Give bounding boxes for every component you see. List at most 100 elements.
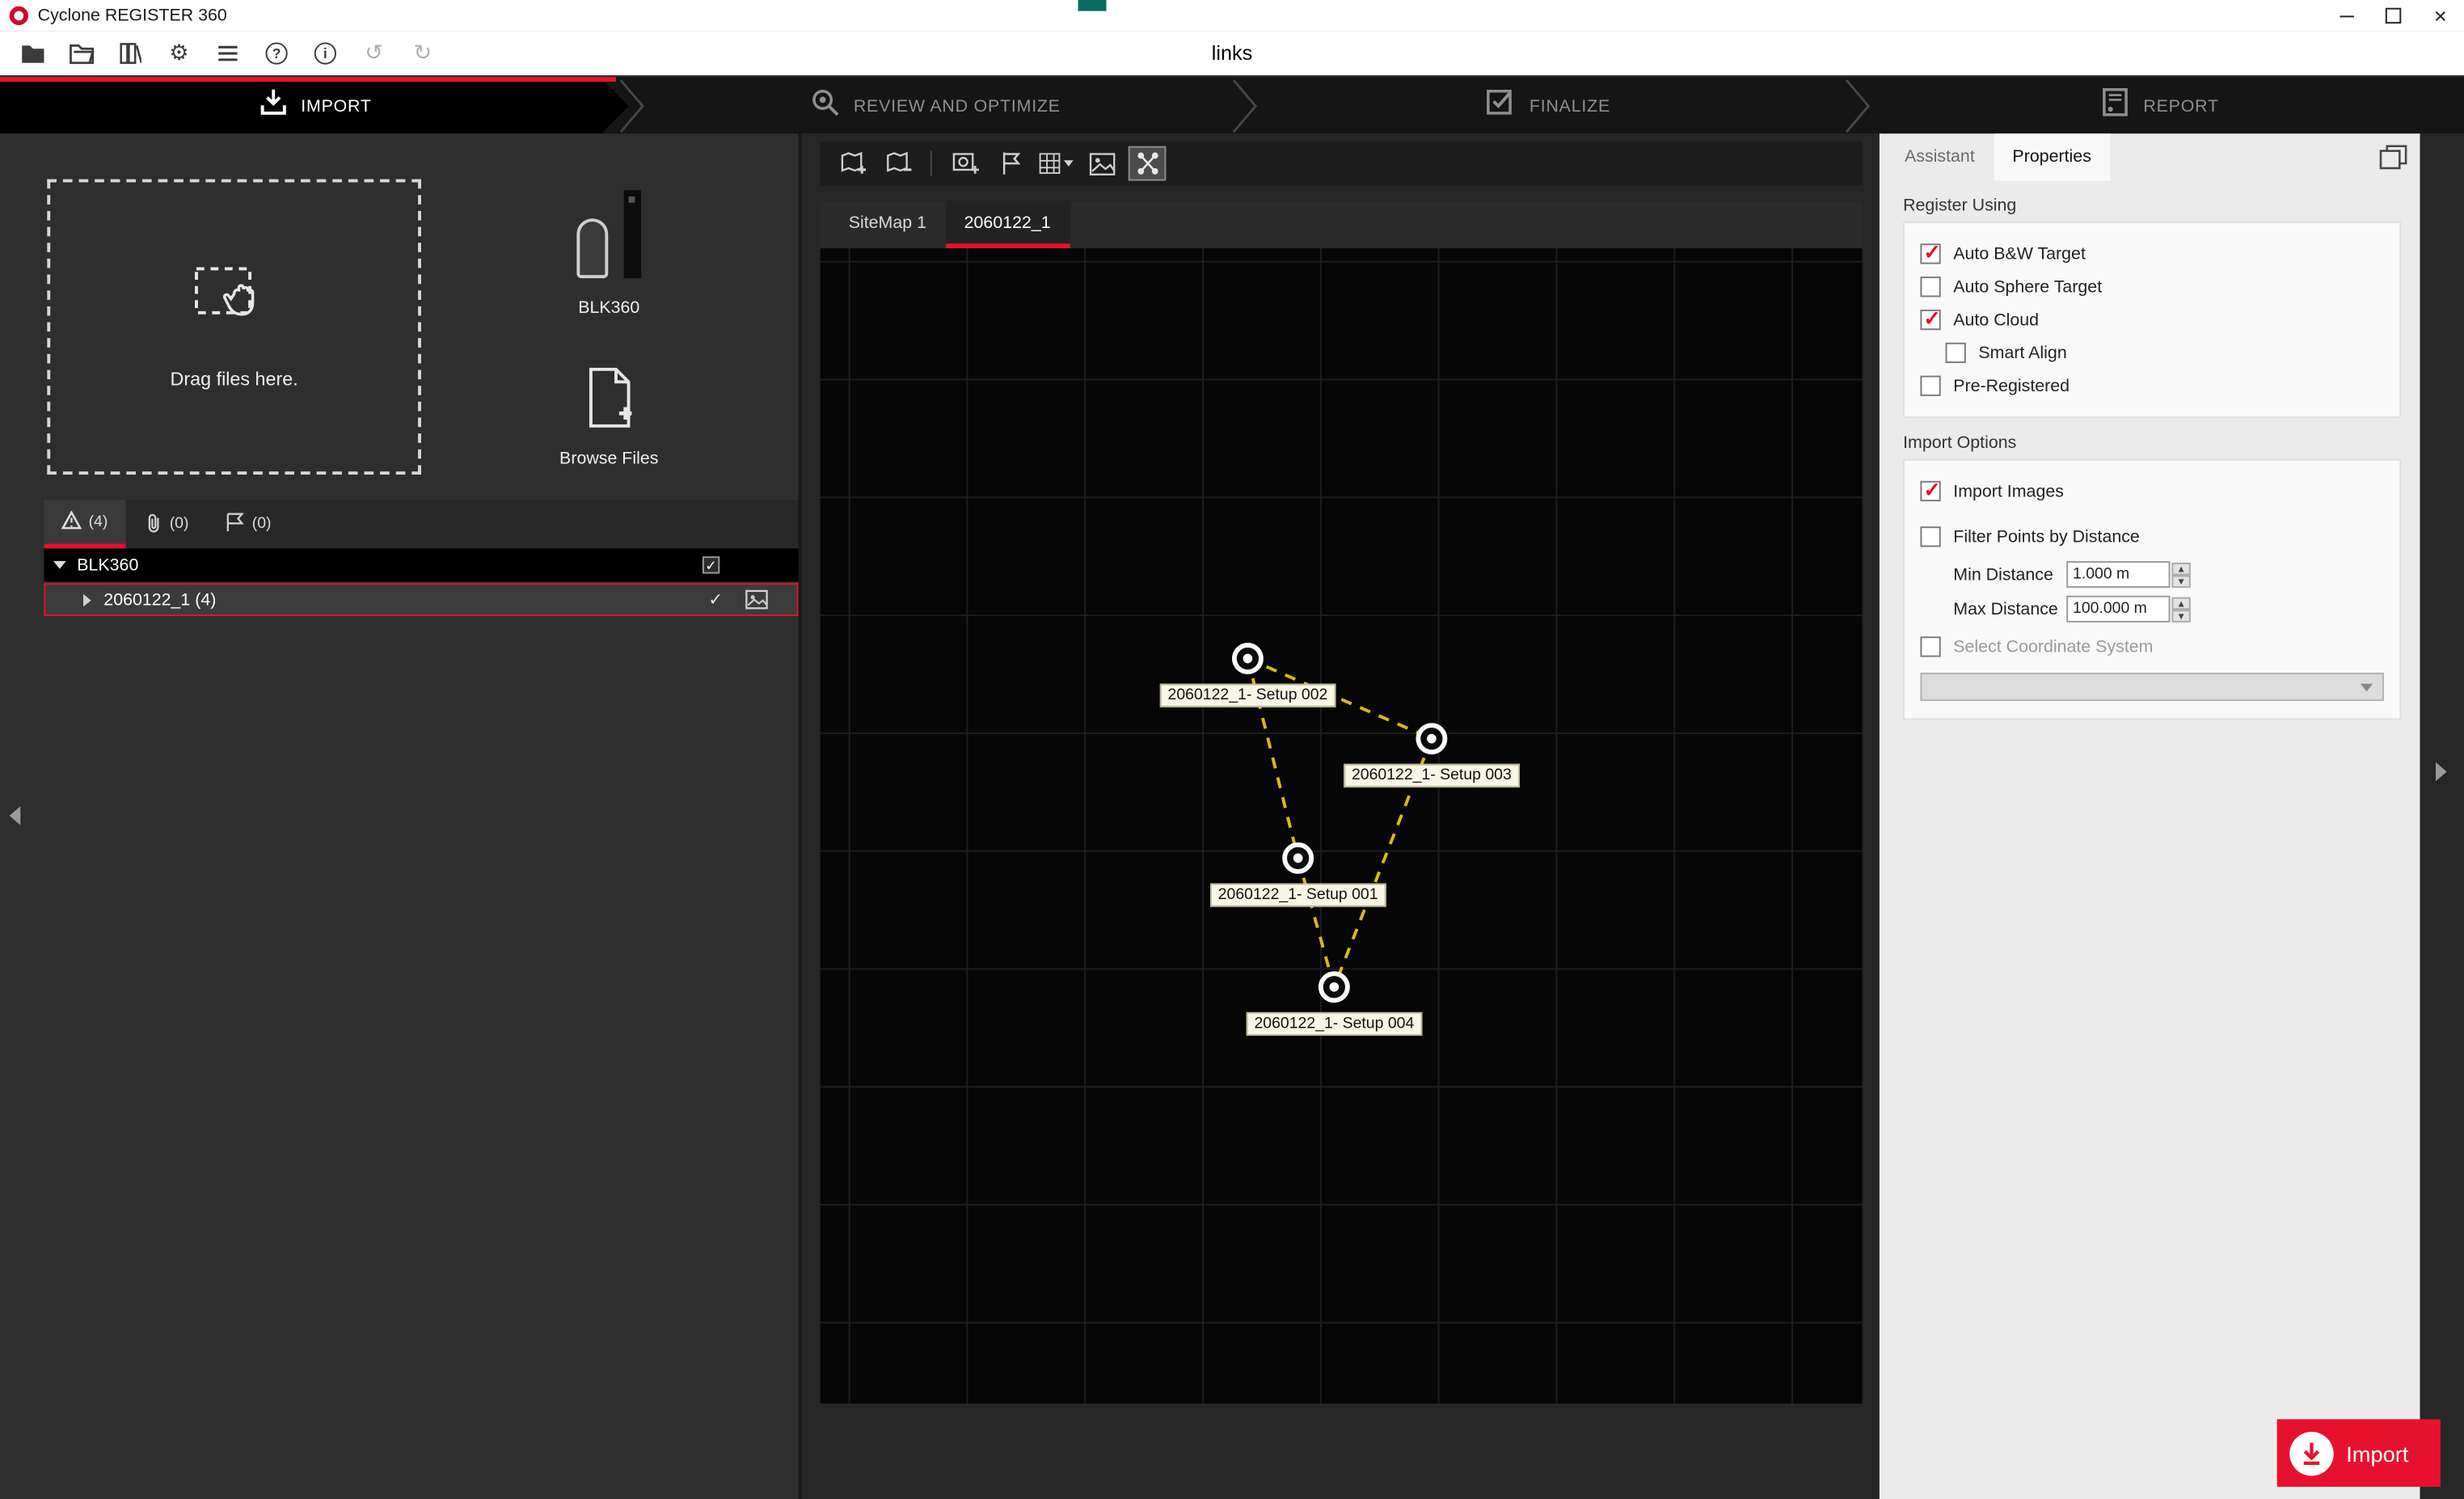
library-icon[interactable] [116, 39, 145, 67]
max-distance-row: Max Distance ▲▼ [1953, 596, 2384, 623]
register-using-title: Register Using [1903, 196, 2420, 215]
stage-import[interactable]: IMPORT [0, 77, 629, 135]
expand-right-panel-arrow[interactable] [2436, 762, 2447, 781]
remove-sitemap-icon[interactable] [879, 146, 917, 181]
right-edge-strip [2420, 133, 2464, 1499]
collapse-left-panel-arrow[interactable] [10, 806, 21, 825]
max-distance-spinner[interactable]: ▲▼ [2171, 597, 2190, 622]
tree-root-row[interactable]: BLK360 ✓ [44, 548, 798, 581]
option-auto-sphere-target[interactable]: Auto Sphere Target [1920, 270, 2383, 303]
image-target-icon[interactable] [946, 146, 984, 181]
setup-node-label: 2060122_1- Setup 004 [1247, 1012, 1422, 1036]
setup-node-label: 2060122_1- Setup 001 [1210, 883, 1386, 906]
option-auto-cloud[interactable]: Auto Cloud [1920, 303, 2383, 336]
min-distance-spinner[interactable]: ▲▼ [2171, 562, 2190, 587]
sitemap-tabs: SiteMap 1 2060122_1 [821, 201, 1863, 248]
undo-icon[interactable]: ↺ [360, 39, 388, 67]
tab-2060122-1[interactable]: 2060122_1 [945, 201, 1070, 248]
browse-files-icon [584, 408, 634, 435]
tab-attachments-count: (0) [170, 516, 189, 533]
grid-view-icon[interactable] [1037, 146, 1075, 181]
help-icon[interactable]: ? [263, 39, 291, 67]
stage-finalize[interactable]: FINALIZE [1242, 77, 1854, 135]
min-distance-input[interactable] [2066, 561, 2170, 588]
grid-view-dropdown-caret[interactable] [1064, 160, 1074, 167]
right-panel-tabs: Assistant Properties [1880, 133, 2420, 180]
info-icon[interactable]: i [311, 39, 340, 67]
titlebar-accent [1078, 0, 1107, 11]
minimize-button[interactable] [2323, 0, 2369, 32]
setup-node[interactable] [1416, 723, 1447, 754]
setup-node[interactable] [1318, 971, 1350, 1003]
stage-review-label: REVIEW AND OPTIMIZE [854, 97, 1061, 116]
toolbar-separator [930, 151, 932, 176]
add-sitemap-icon[interactable] [833, 146, 871, 181]
maximize-button[interactable] [2369, 0, 2416, 32]
settings-gear-icon[interactable]: ⚙ [165, 39, 193, 67]
blk360-device-icon [576, 190, 641, 278]
option-auto-bw-target[interactable]: Auto B&W Target [1920, 238, 2383, 271]
panel-layout-icon[interactable] [2379, 145, 2407, 178]
setup-node[interactable] [1282, 842, 1314, 874]
blk360-device[interactable]: BLK360 [534, 190, 684, 317]
import-button-label: Import [2346, 1441, 2408, 1466]
auto-sphere-target-label: Auto Sphere Target [1953, 277, 2102, 296]
coordinate-system-label: Select Coordinate System [1953, 637, 2153, 656]
auto-cloud-label: Auto Cloud [1953, 310, 2039, 329]
setup-link-line[interactable] [1298, 858, 1335, 986]
tab-sitemap-1[interactable]: SiteMap 1 [829, 201, 945, 248]
tag-flag-icon [226, 513, 246, 536]
report-icon [2099, 87, 2131, 126]
chevron-down-icon[interactable] [53, 561, 66, 569]
image-view-icon[interactable] [1082, 146, 1120, 181]
option-smart-align[interactable]: Smart Align [1946, 336, 2384, 369]
folder-open-icon[interactable] [68, 39, 96, 67]
app-logo-icon [10, 6, 28, 25]
tab-assistant[interactable]: Assistant [1886, 133, 1994, 180]
close-button[interactable] [2417, 0, 2464, 32]
sitemap-toolbar [821, 141, 1863, 185]
smart-align-checkbox[interactable] [1946, 343, 1966, 363]
stage-review-and-optimize[interactable]: REVIEW AND OPTIMIZE [629, 77, 1242, 135]
blk360-device-label: BLK360 [534, 298, 684, 317]
auto-bw-target-checkbox[interactable] [1920, 243, 1940, 264]
tab-tags-count: (0) [252, 516, 272, 533]
chevron-down-icon [2361, 683, 2373, 691]
import-icon [257, 87, 289, 126]
file-dropzone[interactable]: Drag files here. [47, 179, 421, 475]
coordinate-system-dropdown[interactable] [1920, 673, 2383, 701]
tab-warnings[interactable]: (4) [44, 500, 125, 548]
tree-item-label: 2060122_1 (4) [103, 590, 216, 609]
option-filter-points[interactable]: Filter Points by Distance [1920, 520, 2383, 553]
browse-files[interactable]: Browse Files [534, 366, 684, 468]
filter-points-checkbox[interactable] [1920, 526, 1940, 547]
stage-report[interactable]: REPORT [1854, 77, 2464, 135]
folder-icon[interactable] [19, 39, 47, 67]
sitemap-canvas[interactable]: 2060122_1- Setup 0022060122_1- Setup 003… [821, 248, 1863, 1404]
auto-sphere-target-checkbox[interactable] [1920, 277, 1940, 297]
list-icon[interactable] [213, 39, 242, 67]
tree-item-row[interactable]: 2060122_1 (4) ✓ [44, 583, 798, 616]
review-magnifier-icon [809, 87, 841, 126]
setup-node[interactable] [1232, 643, 1264, 674]
image-preview-icon[interactable] [745, 589, 768, 610]
option-select-coordinate-system[interactable]: Select Coordinate System [1920, 631, 2383, 664]
flag-tool-icon[interactable] [992, 146, 1030, 181]
auto-cloud-checkbox[interactable] [1920, 310, 1940, 330]
redo-icon[interactable]: ↻ [408, 39, 437, 67]
link-setups-icon[interactable] [1129, 146, 1167, 181]
tab-tags[interactable]: (0) [208, 500, 289, 548]
option-import-images[interactable]: Import Images [1920, 475, 2383, 508]
import-images-checkbox[interactable] [1920, 481, 1940, 501]
option-pre-registered[interactable]: Pre-Registered [1920, 369, 2383, 403]
tab-properties[interactable]: Properties [1994, 133, 2110, 180]
import-button[interactable]: Import [2277, 1419, 2441, 1487]
max-distance-label: Max Distance [1953, 600, 2066, 619]
coordinate-system-checkbox[interactable] [1920, 636, 1940, 657]
tab-attachments[interactable]: (0) [126, 500, 208, 548]
max-distance-input[interactable] [2066, 596, 2170, 623]
pre-registered-checkbox[interactable] [1920, 376, 1940, 396]
tree-item-checkmark[interactable]: ✓ [708, 589, 723, 610]
chevron-right-icon[interactable] [83, 593, 91, 606]
tree-root-checkbox[interactable]: ✓ [702, 556, 719, 573]
